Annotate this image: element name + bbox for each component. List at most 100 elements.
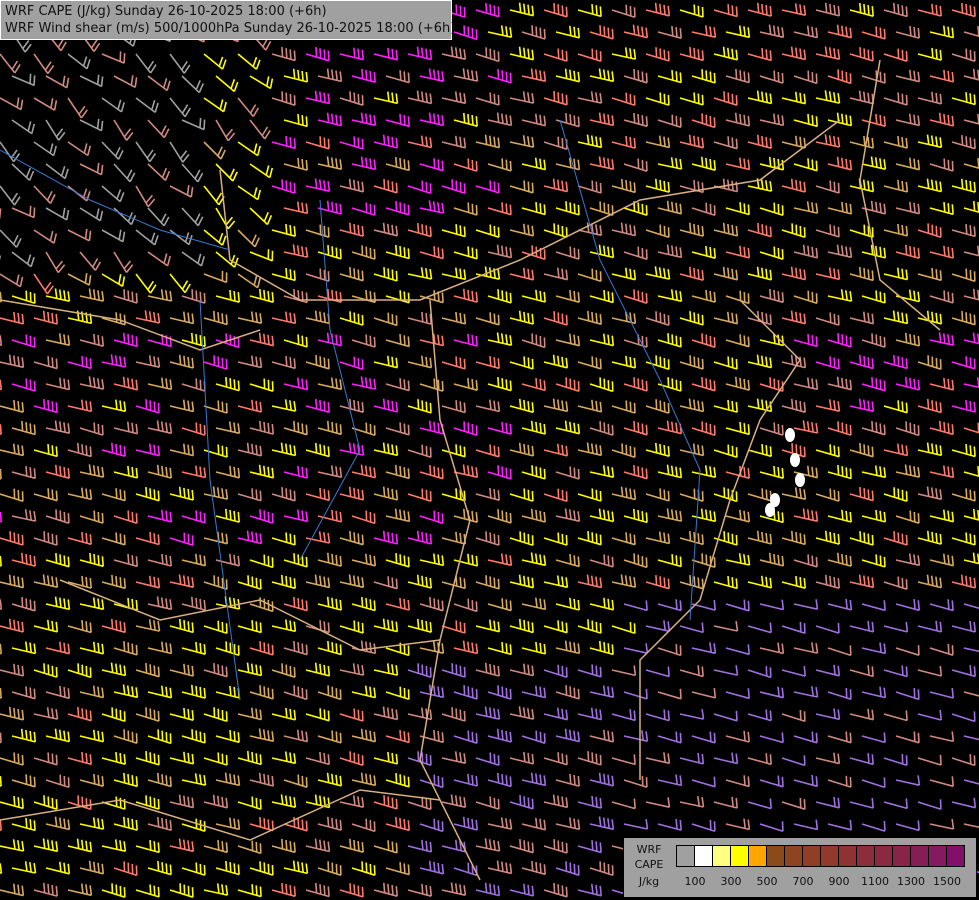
wind-barb <box>113 376 139 391</box>
wind-barb <box>929 818 955 830</box>
wind-barb <box>283 157 308 171</box>
wind-barb <box>759 552 785 567</box>
wind-barb <box>11 290 36 305</box>
wind-barb <box>509 356 534 370</box>
wind-barb <box>79 74 104 88</box>
wind-barb <box>101 532 126 546</box>
wind-barb <box>963 466 979 477</box>
wind-barb <box>815 444 840 458</box>
wind-barb <box>759 732 784 744</box>
wind-barb <box>67 442 92 458</box>
wind-barb <box>963 647 979 653</box>
wind-barb <box>963 200 979 213</box>
wind-barb <box>917 223 942 239</box>
wind-barb <box>453 246 478 260</box>
wind-barb <box>419 158 444 172</box>
wind-barb <box>951 620 976 633</box>
wind-barb <box>521 860 546 876</box>
wind-barb <box>11 641 37 655</box>
wind-barb <box>951 797 977 809</box>
wind-barb <box>917 574 943 589</box>
wind-barb <box>0 599 3 610</box>
wind-barb <box>815 488 840 502</box>
wind-barb <box>747 622 772 634</box>
wind-barb <box>11 205 36 219</box>
wind-barb <box>475 838 501 852</box>
wind-barb <box>305 442 330 458</box>
wind-barb <box>135 751 160 766</box>
wind-barb <box>691 69 716 84</box>
wind-barb <box>487 642 512 656</box>
wind-barb <box>951 444 976 458</box>
wind-barb <box>543 707 569 721</box>
wind-barb <box>895 201 921 215</box>
wind-barb <box>147 420 173 435</box>
wind-barb <box>33 229 58 244</box>
wind-barb <box>781 797 806 810</box>
wind-barb <box>781 398 806 413</box>
wind-barb <box>317 465 343 478</box>
wind-barb <box>509 223 535 237</box>
wind-barb <box>929 643 954 656</box>
wind-barb <box>929 420 954 436</box>
wind-barb <box>487 112 513 127</box>
wind-barb <box>0 443 25 457</box>
wind-barb <box>0 208 2 219</box>
wind-barb <box>589 508 615 523</box>
wind-barb <box>237 141 261 157</box>
wind-barb <box>147 729 172 745</box>
wind-barb <box>679 752 705 765</box>
wind-barb <box>543 794 569 809</box>
wind-barb <box>589 421 614 436</box>
wind-barb <box>679 530 704 546</box>
wind-barb <box>237 662 263 677</box>
wind-barb <box>657 289 683 302</box>
wind-barb <box>475 47 500 63</box>
wind-barb <box>895 645 920 656</box>
wind-barb <box>883 753 908 767</box>
wind-barb <box>509 46 535 61</box>
wind-barb <box>181 251 205 267</box>
wind-barb <box>0 97 24 111</box>
wind-barb <box>33 619 59 633</box>
wind-barb <box>373 840 398 854</box>
wind-barb <box>759 377 784 393</box>
wind-barb <box>67 399 93 413</box>
wind-barb <box>305 398 330 413</box>
wind-barb <box>645 399 670 414</box>
wind-barb <box>169 751 195 765</box>
wind-barb <box>271 179 296 194</box>
wind-barb <box>11 774 36 788</box>
wind-barb <box>351 861 376 876</box>
wind-barb <box>623 112 648 128</box>
wind-barb <box>283 640 308 656</box>
border-line <box>0 789 441 841</box>
wind-barb <box>45 251 66 274</box>
wind-barb <box>623 377 648 392</box>
wind-barb <box>215 75 239 93</box>
wind-barb <box>283 334 308 348</box>
wind-barb <box>0 618 24 633</box>
wind-barb <box>645 355 670 371</box>
wind-barb <box>441 882 467 896</box>
wind-barb <box>645 709 670 722</box>
wind-barb <box>101 751 126 765</box>
wind-barb <box>453 25 478 41</box>
wind-barb <box>951 2 976 18</box>
wind-barb <box>385 244 410 260</box>
wind-barb <box>373 751 399 765</box>
wind-barb <box>929 158 954 172</box>
wind-barb <box>951 311 976 326</box>
wind-barb <box>883 310 909 325</box>
wind-barb <box>237 530 263 545</box>
wind-barb <box>271 574 296 590</box>
wind-barb <box>815 356 840 370</box>
wind-barb <box>385 378 410 392</box>
wind-barb <box>759 599 785 611</box>
wind-barb <box>0 488 24 503</box>
wind-barb <box>169 184 194 198</box>
wind-barb <box>509 751 535 765</box>
wind-barb <box>101 839 127 852</box>
wind-barb <box>555 420 581 435</box>
wind-barb <box>237 229 260 248</box>
